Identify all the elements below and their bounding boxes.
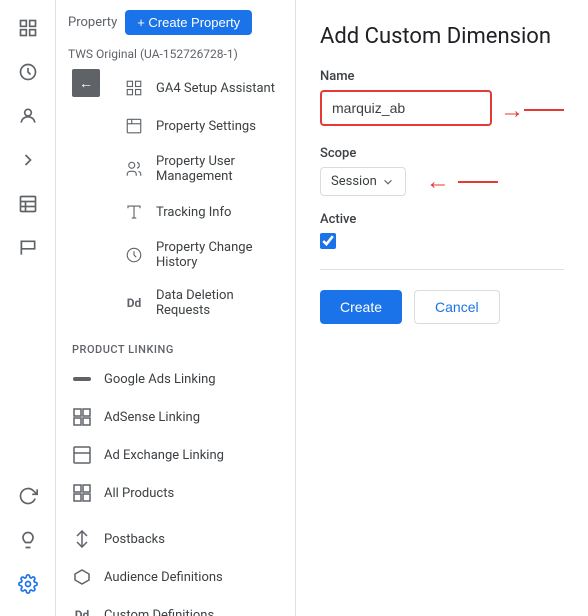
name-input-row: → [320,90,564,130]
name-label: Name [320,69,564,84]
ad-exchange-icon [72,445,92,465]
nav-item-custom-definitions[interactable]: Dd Custom Definitions [56,596,295,616]
active-checkbox[interactable] [320,233,336,249]
users-icon [124,159,144,179]
create-button[interactable]: Create [320,290,402,324]
history-icon [124,245,144,265]
back-button[interactable]: ← [72,69,100,97]
scope-arrow-icon: ← [426,167,450,196]
nav-item-tracking-info[interactable]: Tracking Info [108,193,295,231]
deletion-icon: Dd [124,293,144,313]
form-actions: Create Cancel [320,290,564,324]
adsense-icon [72,407,92,427]
nav-sidebar: Property + Create Property TWS Original … [56,0,296,616]
nav-item-adsense-linking-label: AdSense Linking [104,410,200,425]
nav-item-property-user-management[interactable]: Property User Management [108,145,295,193]
nav-item-ad-exchange-linking-label: Ad Exchange Linking [104,448,224,463]
nav-item-google-ads-linking[interactable]: Google Ads Linking [56,360,295,398]
nav-item-adsense-linking[interactable]: AdSense Linking [56,398,295,436]
lightbulb-icon[interactable] [8,520,48,560]
main-content: Add Custom Dimension Name → Scope Sessio… [296,0,588,616]
nav-item-data-deletion-requests-label: Data Deletion Requests [156,288,279,318]
cancel-button[interactable]: Cancel [414,290,500,324]
nav-item-audience-definitions[interactable]: Audience Definitions [56,558,295,596]
icon-sidebar [0,0,56,616]
all-products-icon [72,483,92,503]
setup-icon [124,78,144,98]
nav-item-tracking-info-label: Tracking Info [156,205,231,220]
create-property-button[interactable]: + Create Property [125,10,252,35]
audience-icon [72,567,92,587]
settings-icon [124,116,144,136]
person-icon[interactable] [8,96,48,136]
nav-item-data-deletion-requests[interactable]: Dd Data Deletion Requests [108,279,295,327]
table-icon[interactable] [8,184,48,224]
nav-item-google-ads-linking-label: Google Ads Linking [104,372,216,387]
nav-item-property-settings[interactable]: Property Settings [108,107,295,145]
sync-icon[interactable] [8,476,48,516]
tracking-icon [124,202,144,222]
scope-section: Scope Session ← [320,146,564,196]
scope-label: Scope [320,146,564,161]
chevron-down-icon [381,175,395,189]
nav-item-ga4-setup-assistant-label: GA4 Setup Assistant [156,81,275,96]
name-input[interactable] [320,90,492,126]
active-label: Active [320,212,564,227]
nav-item-ga4-setup-assistant[interactable]: GA4 Setup Assistant [108,69,295,107]
google-ads-icon [72,369,92,389]
flag-icon[interactable] [8,228,48,268]
postbacks-icon [72,529,92,549]
active-section: Active [320,212,564,249]
form-divider [320,269,564,270]
grid-icon[interactable] [8,8,48,48]
product-linking-label: PRODUCT LINKING [56,331,295,360]
name-section: Name → [320,69,564,130]
custom-definitions-icon: Dd [72,605,92,616]
scope-row: Session ← [320,167,564,196]
clock-icon[interactable] [8,52,48,92]
nav-item-postbacks-label: Postbacks [104,532,165,547]
nav-item-property-user-management-label: Property User Management [156,154,279,184]
nav-header: Property + Create Property [56,0,295,45]
nav-item-property-change-history[interactable]: Property Change History [108,231,295,279]
active-checkbox-wrapper [320,233,564,249]
nav-item-ad-exchange-linking[interactable]: Ad Exchange Linking [56,436,295,474]
name-arrow-icon: → [500,96,524,125]
property-id: TWS Original (UA-152726728-1) [56,45,295,69]
scope-value: Session [331,174,377,189]
nav-item-property-settings-label: Property Settings [156,119,256,134]
nav-item-all-products-label: All Products [104,486,174,501]
nav-item-audience-definitions-label: Audience Definitions [104,570,223,585]
nav-item-property-change-history-label: Property Change History [156,240,279,270]
page-title: Add Custom Dimension [320,24,564,49]
property-label: Property [68,15,117,30]
scope-select[interactable]: Session [320,167,406,196]
tag-icon[interactable] [8,140,48,180]
nav-item-all-products[interactable]: All Products [56,474,295,512]
nav-item-custom-definitions-label: Custom Definitions [104,608,214,616]
gear-icon[interactable] [8,564,48,604]
nav-item-postbacks[interactable]: Postbacks [56,520,295,558]
